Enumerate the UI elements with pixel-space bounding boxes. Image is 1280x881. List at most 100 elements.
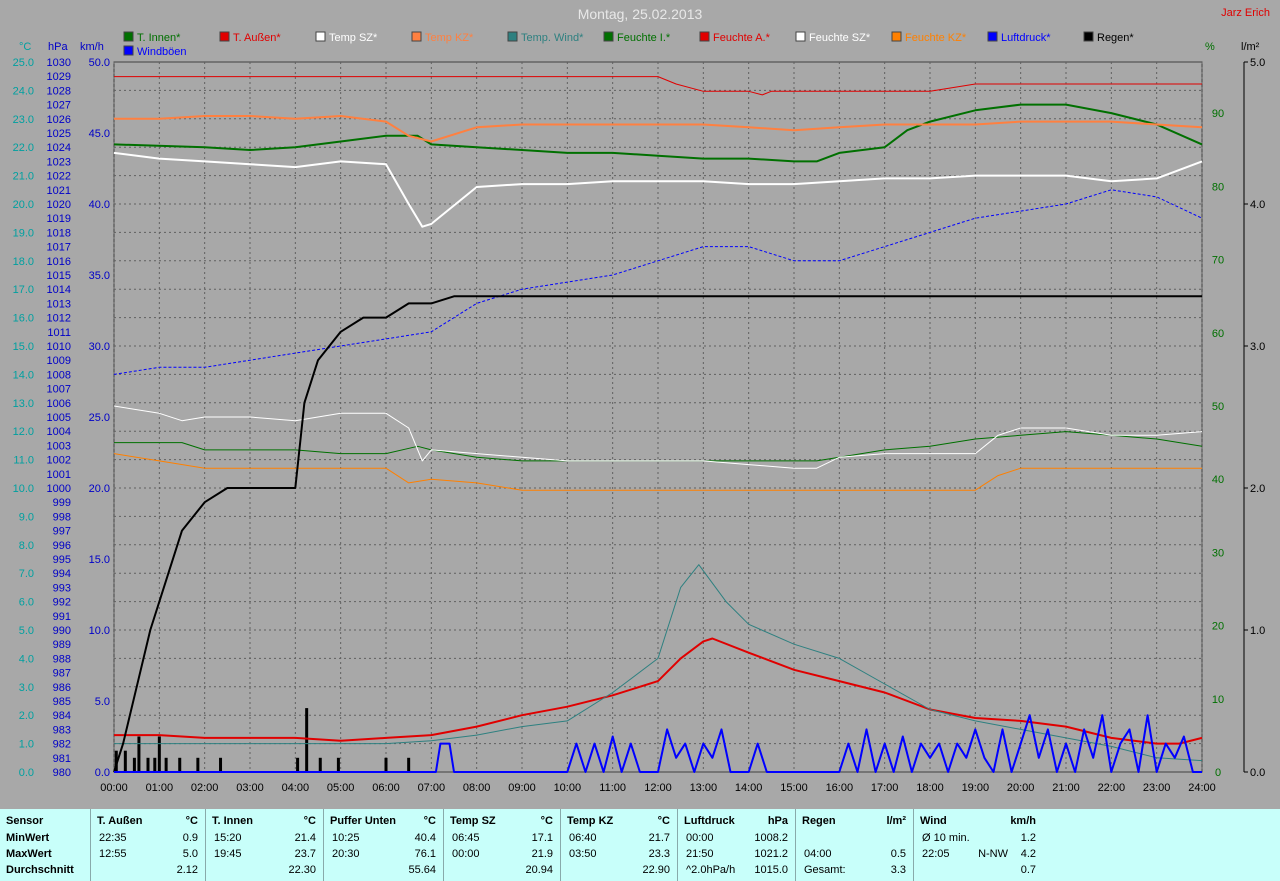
legend-label: Windböen	[137, 46, 187, 58]
legend-label: Feuchte A.*	[713, 32, 771, 44]
humidity-tick-label: 80	[1212, 181, 1224, 193]
pressure-tick-label: 998	[53, 511, 71, 523]
pressure-tick-label: 1007	[47, 384, 71, 396]
pressure-tick-label: 1029	[47, 71, 71, 83]
stats-value: 5.0	[182, 848, 198, 860]
temp-tick-label: 21.0	[13, 171, 34, 183]
stats-time: 19:45	[214, 848, 242, 860]
temp-tick-label: 15.0	[13, 341, 34, 353]
stats-unit: l/m²	[886, 815, 906, 827]
x-tick-label: 08:00	[463, 782, 491, 794]
legend-label: T. Außen*	[233, 32, 281, 44]
stats-column: Temp KZ °C 06:40 21.7 03:50 23.3 22.90	[560, 809, 678, 881]
pressure-tick-label: 983	[53, 724, 71, 736]
rain-unit-label: l/m²	[1241, 41, 1260, 53]
pressure-tick-label: 1010	[47, 341, 71, 353]
stats-column: Puffer Unten °C 10:25 40.4 20:30 76.1 55.64	[323, 809, 444, 881]
stats-column: Luftdruck hPa 00:00 1008.2 21:50 1021.2 ^2.0hP…	[677, 809, 796, 881]
legend-swatch	[1083, 31, 1094, 42]
stats-time: 22:35	[99, 832, 127, 844]
temp-tick-label: 8.0	[19, 540, 34, 552]
temp-tick-label: 20.0	[13, 199, 34, 211]
x-tick-label: 19:00	[962, 782, 990, 794]
pressure-tick-label: 988	[53, 653, 71, 665]
pressure-tick-label: 985	[53, 696, 71, 708]
temp-tick-label: 23.0	[13, 114, 34, 126]
stats-unit: °C	[423, 815, 436, 827]
x-tick-label: 24:00	[1188, 782, 1216, 794]
stats-column: T. Innen °C 15:20 21.4 19:45 23.7 22.30	[205, 809, 324, 881]
temp-tick-label: 0.0	[19, 767, 34, 779]
stats-time: 06:40	[569, 832, 597, 844]
pressure-tick-label: 989	[53, 639, 71, 651]
rain-tick-label: 0.0	[1250, 767, 1265, 779]
pressure-tick-label: 1020	[47, 199, 71, 211]
stats-time: 06:45	[452, 832, 480, 844]
legend-label: Temp KZ*	[425, 32, 474, 44]
legend-swatch	[507, 31, 518, 42]
pressure-tick-label: 1021	[47, 185, 71, 197]
temp-tick-label: 13.0	[13, 398, 34, 410]
x-tick-label: 21:00	[1052, 782, 1080, 794]
wind-tick-label: 40.0	[89, 199, 110, 211]
legend-label: T. Innen*	[137, 32, 181, 44]
x-tick-label: 20:00	[1007, 782, 1035, 794]
temp-tick-label: 22.0	[13, 142, 34, 154]
wind-tick-label: 0.0	[95, 767, 110, 779]
stats-time: 12:55	[99, 848, 127, 860]
stats-value: 23.3	[648, 848, 670, 860]
stats-value: 23.7	[294, 848, 316, 860]
temp-tick-label: 12.0	[13, 426, 34, 438]
x-tick-label: 00:00	[100, 782, 128, 794]
pressure-tick-label: 1012	[47, 313, 71, 325]
stats-unit: °C	[185, 815, 198, 827]
wind-tick-label: 30.0	[89, 341, 110, 353]
stats-header: Temp SZ	[450, 815, 496, 827]
pressure-tick-label: 981	[53, 753, 71, 765]
x-tick-label: 03:00	[236, 782, 264, 794]
temp-tick-label: 17.0	[13, 284, 34, 296]
pressure-tick-label: 1002	[47, 455, 71, 467]
stats-value: 76.1	[414, 848, 436, 860]
humidity-tick-label: 50	[1212, 401, 1224, 413]
stats-header: T. Innen	[212, 815, 253, 827]
x-tick-label: 12:00	[644, 782, 672, 794]
legend-swatch	[123, 45, 134, 56]
stats-time: 15:20	[214, 832, 242, 844]
legend-swatch	[987, 31, 998, 42]
stats-header: Sensor	[6, 815, 44, 827]
x-tick-label: 07:00	[418, 782, 446, 794]
stats-column: T. Außen °C 22:35 0.9 12:55 5.0 2.12	[90, 809, 206, 881]
stats-column: Regen l/m² 04:00 0.5 Gesamt: 3.3	[795, 809, 914, 881]
temp-tick-label: 11.0	[13, 455, 34, 467]
pressure-tick-label: 1027	[47, 100, 71, 112]
pressure-tick-label: 997	[53, 526, 71, 538]
x-tick-label: 17:00	[871, 782, 899, 794]
stats-header: Regen	[802, 815, 836, 827]
stats-value: 1021.2	[754, 848, 788, 860]
x-tick-label: 13:00	[690, 782, 718, 794]
pressure-tick-label: 1005	[47, 412, 71, 424]
legend-swatch	[219, 31, 230, 42]
rain-bar	[178, 757, 182, 772]
pressure-tick-label: 1008	[47, 369, 71, 381]
rain-bar	[407, 757, 411, 772]
stats-column: Temp SZ °C 06:45 17.1 00:00 21.9 20.94	[443, 809, 561, 881]
temp-tick-label: 5.0	[19, 625, 34, 637]
stats-column: Sensor MinWert MaxWert Durchschnitt	[0, 809, 90, 881]
stats-row-label: Durchschnitt	[6, 864, 74, 876]
stats-unit: °C	[540, 815, 553, 827]
pressure-tick-label: 1006	[47, 398, 71, 410]
legend-swatch	[699, 31, 710, 42]
pressure-tick-label: 1017	[47, 242, 71, 254]
x-tick-label: 11:00	[599, 782, 626, 794]
temp-tick-label: 18.0	[13, 256, 34, 268]
stats-value: 4.2	[1020, 848, 1036, 860]
legend-label: Feuchte I.*	[617, 32, 671, 44]
x-tick-label: 22:00	[1098, 782, 1126, 794]
humidity-tick-label: 70	[1212, 255, 1224, 267]
x-tick-label: 05:00	[327, 782, 355, 794]
pressure-tick-label: 1016	[47, 256, 71, 268]
stats-value: 21.9	[531, 848, 553, 860]
pressure-tick-label: 992	[53, 597, 71, 609]
